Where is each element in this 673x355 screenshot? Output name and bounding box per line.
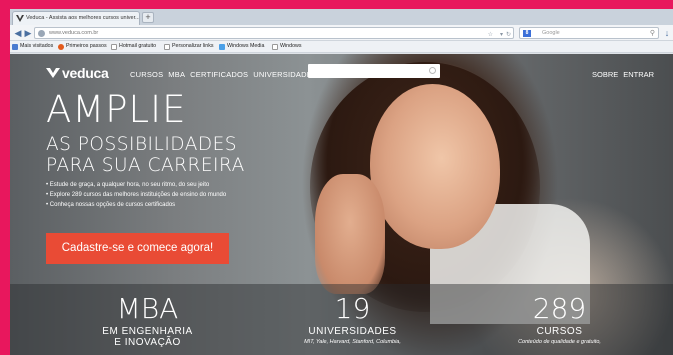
navigation-bar: ◀ ▶ www.veduca.com.br ☆ ▾ ↻ 8 Google ⚲ ↓ [10, 25, 673, 41]
browser-tab[interactable]: Veduca - Assista aos melhores cursos uni… [12, 11, 140, 25]
account-nav: SOBRE ENTRAR [592, 70, 659, 79]
bullet-item: Estude de graça, a qualquer hora, no seu… [46, 182, 226, 188]
browser-window: Veduca - Assista aos melhores cursos uni… [10, 9, 673, 355]
signup-button[interactable]: Cadastre-se e comece agora! [46, 233, 229, 264]
hero-section: veduca CURSOS MBA CERTIFICADOS UNIVERSIDADE… [10, 54, 673, 355]
veduca-logo[interactable]: veduca [46, 65, 109, 81]
search-icon[interactable]: ⚲ [650, 29, 655, 37]
reload-icon[interactable]: ↻ [506, 31, 511, 38]
stat-universidades[interactable]: 19 UNIVERSIDADES MIT, Yale, Harvard, Sta… [265, 284, 440, 345]
stat-value: 19 [334, 292, 371, 325]
bookmark-item[interactable]: Primeiros passos [58, 43, 107, 50]
search-bar[interactable]: 8 Google ⚲ [519, 27, 659, 39]
bullet-item: Conheça nossas opções de cursos certific… [46, 202, 226, 208]
veduca-favicon-icon [16, 15, 24, 22]
stat-value: 289 [532, 292, 587, 325]
main-nav: CURSOS MBA CERTIFICADOS UNIVERSIDADES [130, 70, 322, 79]
nav-cursos[interactable]: CURSOS [130, 70, 163, 79]
stat-label: CURSOS [536, 326, 583, 337]
search-icon[interactable] [429, 67, 436, 74]
hero-subline-1: AS POSSIBILIDADES [46, 134, 238, 155]
bookmark-item[interactable]: Windows [272, 43, 302, 50]
hero-bullets: Estude de graça, a qualquer hora, no seu… [46, 182, 226, 212]
nav-sobre[interactable]: SOBRE [592, 70, 618, 79]
tab-strip: Veduca - Assista aos melhores cursos uni… [10, 9, 673, 25]
url-text: www.veduca.com.br [49, 30, 99, 36]
hero-subline-2: PARA SUA CARREIRA [46, 155, 245, 176]
site-search-input[interactable] [308, 64, 440, 78]
hero-photo-hand [315, 174, 385, 294]
bookmark-icon [12, 44, 18, 50]
stat-label: E INOVAÇÃO [114, 337, 181, 348]
hero-photo-face [370, 84, 500, 249]
globe-icon [38, 30, 45, 37]
windows-media-icon [219, 44, 225, 50]
address-bar[interactable]: www.veduca.com.br ☆ ▾ ↻ [34, 27, 514, 39]
stat-detail: Conteúdo de qualidade e gratuito, [518, 339, 601, 345]
nav-certificados[interactable]: CERTIFICADOS [190, 70, 248, 79]
stat-detail: MIT, Yale, Harvard, Stanford, Columbia, [304, 339, 401, 345]
stat-value: MBA [116, 292, 179, 325]
back-arrow-icon[interactable]: ◀ [13, 28, 23, 38]
page-icon [272, 44, 278, 50]
stat-mba[interactable]: MBA EM ENGENHARIA E INOVAÇÃO [60, 284, 235, 348]
stat-cursos[interactable]: 289 CURSOS Conteúdo de qualidade e gratu… [472, 284, 647, 345]
bookmarks-bar: Mais visitados Primeiros passos Hotmail … [10, 41, 673, 53]
dropdown-arrow-icon[interactable]: ▾ [500, 31, 503, 38]
page-icon [111, 44, 117, 50]
bookmark-item[interactable]: Personalizar links [164, 43, 214, 50]
new-tab-button[interactable]: + [142, 12, 154, 23]
stat-label: EM ENGENHARIA [102, 326, 193, 337]
bookmark-item[interactable]: Windows Media [219, 43, 264, 50]
stats-bar: MBA EM ENGENHARIA E INOVAÇÃO 19 UNIVERSI… [10, 284, 673, 355]
hero-headline: AMPLIE [46, 88, 187, 131]
tab-title: Veduca - Assista aos melhores cursos uni… [26, 15, 140, 21]
veduca-logo-icon [46, 68, 60, 78]
bookmark-item[interactable]: Hotmail gratuito [111, 43, 156, 50]
bullet-item: Explore 289 cursos das melhores institui… [46, 192, 226, 198]
stat-label: UNIVERSIDADES [308, 326, 397, 337]
download-icon[interactable]: ↓ [662, 28, 672, 38]
page-icon [164, 44, 170, 50]
forward-arrow-icon[interactable]: ▶ [23, 28, 33, 38]
bookmark-star-icon[interactable]: ☆ [488, 31, 493, 38]
search-placeholder: Google [542, 30, 560, 36]
firefox-icon [58, 44, 64, 50]
bookmark-item[interactable]: Mais visitados [12, 43, 53, 50]
nav-mba[interactable]: MBA [168, 70, 185, 79]
google-icon: 8 [523, 30, 531, 37]
nav-entrar[interactable]: ENTRAR [623, 70, 654, 79]
